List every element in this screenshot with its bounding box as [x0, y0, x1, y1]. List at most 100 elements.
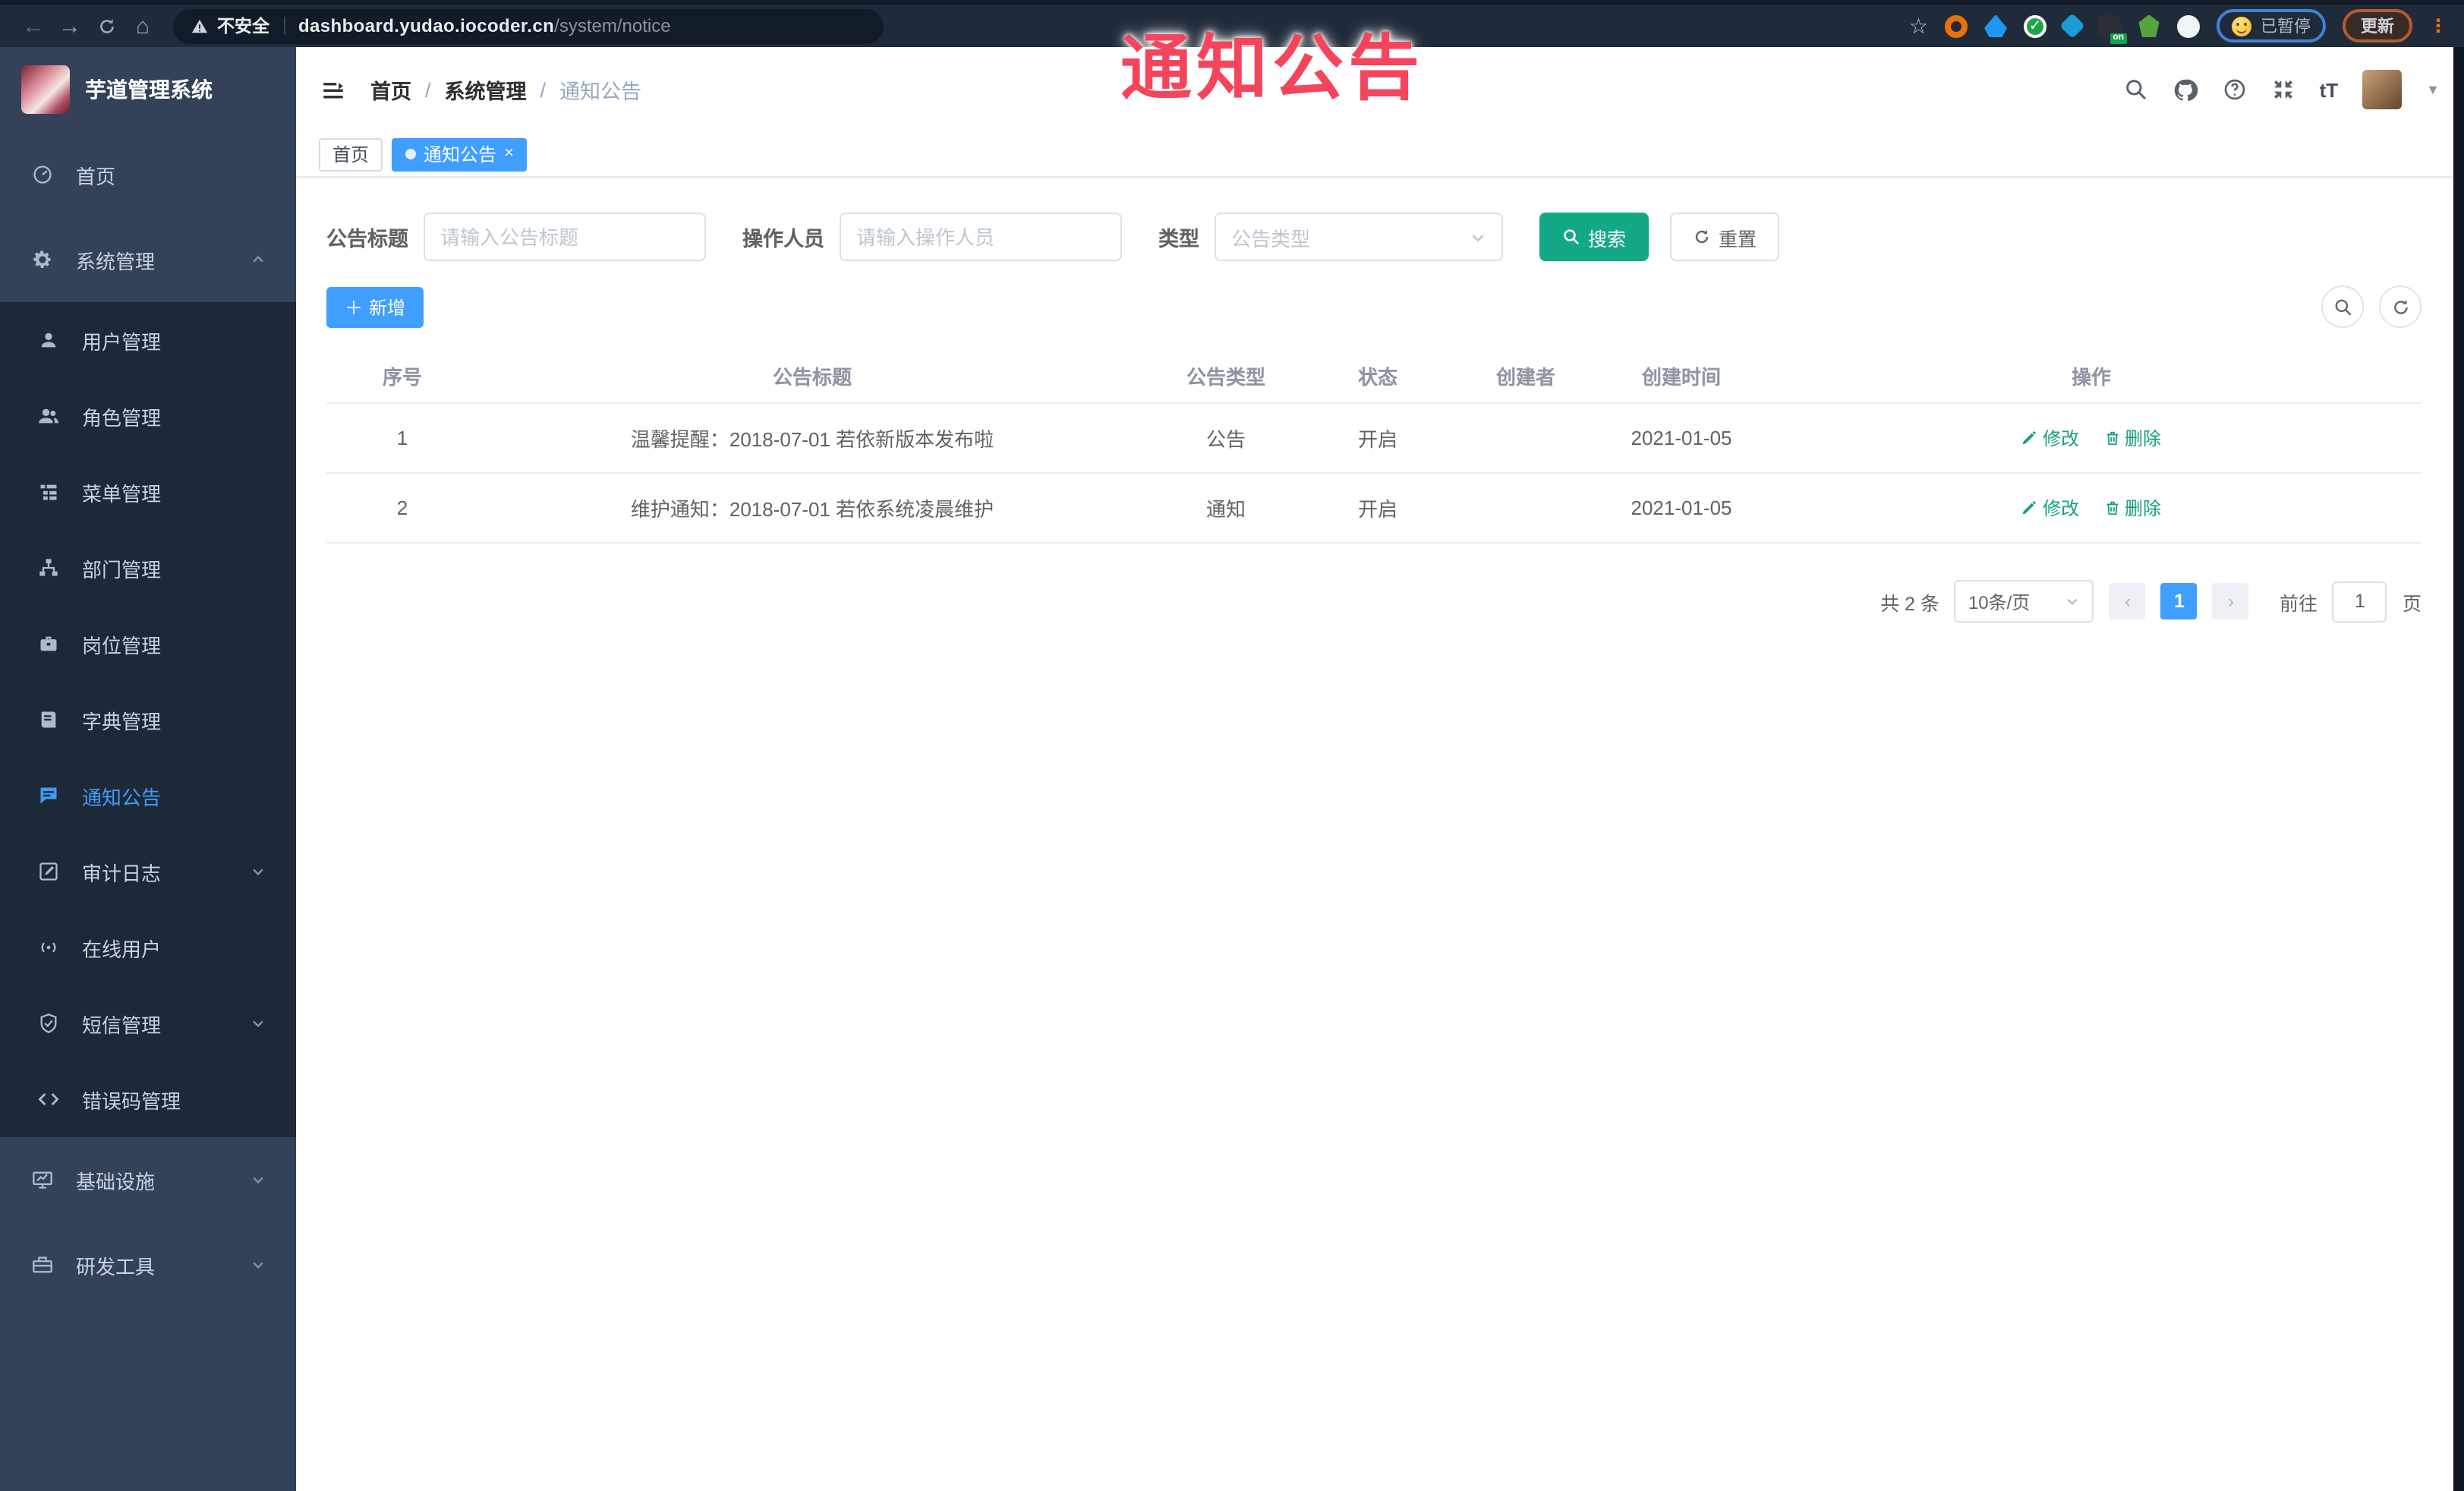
chevron-down-icon	[2065, 594, 2081, 609]
filter-type-select[interactable]: 公告类型	[1215, 213, 1503, 261]
goto-label: 前往	[2279, 593, 2317, 614]
browser-menu-icon[interactable]: ⋮	[2429, 15, 2449, 36]
cell-index: 2	[396, 496, 408, 519]
dashboard-icon	[30, 164, 55, 185]
extension-icon[interactable]	[1984, 14, 2007, 37]
browser-update-button[interactable]: 更新	[2343, 9, 2412, 43]
refresh-icon	[1693, 228, 1711, 246]
page-size-select[interactable]: 10条/页	[1954, 580, 2094, 623]
col-header-actions: 操作	[2071, 366, 2111, 389]
page-header: 首页 / 系统管理 / 通知公告 tT ▼	[296, 47, 2464, 132]
extension-icon[interactable]: ✓	[2024, 14, 2047, 37]
briefcase-icon	[36, 633, 61, 654]
refresh-table-button[interactable]	[2379, 285, 2421, 328]
profile-paused-chip[interactable]: 已暂停	[2217, 9, 2326, 43]
next-page-button[interactable]: ›	[2212, 583, 2249, 619]
pagination: 共 2 条 10条/页 ‹ 1 › 前往 页	[326, 580, 2421, 623]
sidebar-item-dict-management[interactable]: 字典管理	[0, 682, 296, 758]
url-separator	[283, 17, 285, 35]
sidebar-item-error-code-management[interactable]: 错误码管理	[0, 1061, 296, 1137]
browser-reload-icon[interactable]	[88, 9, 124, 43]
tag-home[interactable]: 首页	[319, 137, 383, 171]
sidebar-item-user-management[interactable]: 用户管理	[0, 302, 296, 378]
url-host[interactable]: dashboard.yudao.iocoder.cn	[298, 15, 554, 36]
table-row[interactable]: 1 温馨提醒：2018-07-01 若依新版本发布啦 公告 开启 2021-01…	[326, 404, 2421, 474]
browser-home-icon[interactable]: ⌂	[124, 9, 161, 43]
extension-icon[interactable]	[2177, 14, 2200, 37]
tag-notice-active[interactable]: 通知公告 ×	[392, 137, 528, 171]
sidebar-item-role-management[interactable]: 角色管理	[0, 378, 296, 454]
cell-create-time: 2021-01-05	[1631, 427, 1732, 449]
goto-page-input[interactable]	[2332, 581, 2387, 622]
close-tag-icon[interactable]: ×	[504, 145, 514, 162]
edit-link[interactable]: 修改	[2021, 425, 2079, 451]
browser-forward-icon[interactable]: →	[52, 9, 88, 43]
prev-page-button[interactable]: ‹	[2109, 583, 2146, 619]
extension-icon[interactable]	[1945, 14, 1968, 37]
cell-status: 开启	[1357, 498, 1397, 521]
tags-view-bar: 首页 通知公告 ×	[296, 132, 2464, 178]
sidebar-item-infrastructure[interactable]: 基础设施	[0, 1137, 296, 1222]
delete-link[interactable]: 删除	[2103, 425, 2161, 451]
cell-create-time: 2021-01-05	[1631, 496, 1732, 519]
filter-operator-input[interactable]	[840, 213, 1122, 261]
col-header-create-time: 创建时间	[1641, 366, 1721, 389]
not-secure-label[interactable]: 不安全	[217, 14, 269, 38]
sidebar-item-menu-management[interactable]: 菜单管理	[0, 454, 296, 530]
menu-tree-icon	[36, 481, 61, 503]
online-signal-icon	[36, 937, 61, 958]
sidebar-item-home[interactable]: 首页	[0, 132, 296, 217]
github-icon[interactable]	[2173, 77, 2198, 102]
bookmark-star-icon[interactable]: ☆	[1909, 13, 1928, 39]
extension-icon[interactable]	[2059, 13, 2085, 39]
book-icon	[36, 709, 61, 730]
avatar-caret-down-icon[interactable]: ▼	[2426, 82, 2440, 97]
window-scrollbar[interactable]	[2453, 47, 2464, 1491]
font-size-icon[interactable]: tT	[2320, 78, 2339, 101]
address-bar[interactable]: 不安全 dashboard.yudao.iocoder.cn/system/no…	[173, 8, 884, 43]
breadcrumb-home[interactable]: 首页	[370, 74, 411, 105]
code-icon	[36, 1089, 61, 1110]
cell-index: 1	[396, 427, 408, 449]
sidebar-item-audit-log[interactable]: 审计日志	[0, 834, 296, 909]
search-icon[interactable]	[2124, 77, 2148, 102]
notice-bubble-icon	[36, 785, 61, 806]
table-row[interactable]: 2 维护通知：2018-07-01 若依系统凌晨维护 通知 开启 2021-01…	[326, 474, 2421, 544]
filter-form: 公告标题 操作人员 类型 公告类型 搜索 重置	[326, 213, 2421, 261]
sidebar-item-online-users[interactable]: 在线用户	[0, 909, 296, 985]
fullscreen-icon[interactable]	[2271, 77, 2295, 102]
extension-icon[interactable]	[2138, 14, 2160, 37]
notice-table: 序号 公告标题 公告类型 状态 创建者 创建时间 操作 1 温馨提醒：2018-…	[326, 349, 2421, 544]
page-unit-label: 页	[2402, 593, 2421, 614]
sidebar-item-system-management[interactable]: 系统管理	[0, 217, 296, 302]
breadcrumb-current: 通知公告	[559, 80, 642, 103]
cell-type: 通知	[1205, 498, 1246, 521]
chevron-down-icon	[250, 1172, 266, 1187]
browser-back-icon[interactable]: ←	[15, 9, 52, 43]
sidebar-item-dept-management[interactable]: 部门管理	[0, 530, 296, 606]
app-title: 芋道管理系统	[85, 77, 213, 102]
active-tag-dot	[405, 149, 417, 159]
filter-title-input[interactable]	[424, 213, 706, 261]
sidebar-item-sms-management[interactable]: 短信管理	[0, 985, 296, 1061]
sidebar-collapse-icon[interactable]	[320, 77, 346, 102]
search-button[interactable]: 搜索	[1539, 213, 1649, 261]
filter-type-label: 类型	[1158, 228, 1199, 251]
chevron-up-icon	[250, 252, 266, 267]
url-path[interactable]: /system/notice	[554, 15, 670, 36]
add-button[interactable]: ＋ 新增	[326, 286, 424, 327]
breadcrumb-system[interactable]: 系统管理	[445, 74, 527, 105]
current-page-button[interactable]: 1	[2160, 583, 2198, 619]
user-avatar[interactable]	[2362, 70, 2403, 109]
extension-icon[interactable]: on	[2098, 14, 2127, 43]
edit-link[interactable]: 修改	[2021, 495, 2079, 521]
sidebar-item-post-management[interactable]: 岗位管理	[0, 606, 296, 682]
toggle-search-button[interactable]	[2321, 285, 2364, 328]
app-logo-row[interactable]: 芋道管理系统	[0, 47, 296, 132]
cell-title: 温馨提醒：2018-07-01 若依新版本发布啦	[630, 428, 994, 451]
delete-link[interactable]: 删除	[2103, 495, 2161, 521]
sidebar-item-notice[interactable]: 通知公告	[0, 758, 296, 834]
reset-button[interactable]: 重置	[1670, 213, 1780, 261]
sidebar-item-dev-tools[interactable]: 研发工具	[0, 1222, 296, 1307]
help-icon[interactable]	[2223, 77, 2247, 102]
